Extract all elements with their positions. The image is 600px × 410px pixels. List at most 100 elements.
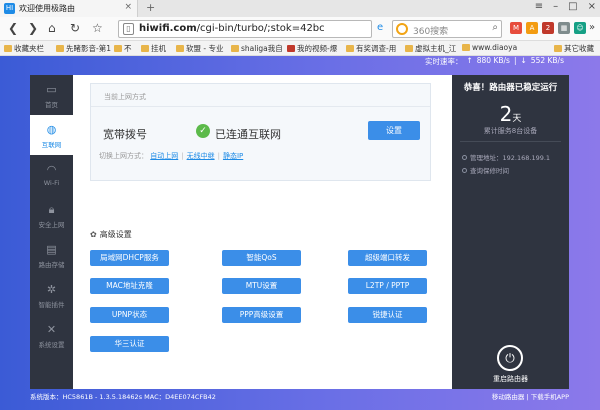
- uptime-days: 2天: [452, 102, 569, 126]
- mtu-button[interactable]: MTU设置: [222, 278, 301, 294]
- download-speed: 552 KB/s: [530, 56, 564, 65]
- folder-icon: [176, 45, 184, 52]
- reload-icon[interactable]: ↻: [70, 21, 80, 35]
- sidebar-item-security[interactable]: 🔒︎ 安全上网: [30, 195, 73, 235]
- tab-title: 欢迎使用极路由: [19, 4, 75, 13]
- sidebar-item-label: 系统设置: [38, 341, 65, 349]
- sidebar-item-label: 互联网: [41, 141, 62, 149]
- tools-icon: ✕: [46, 323, 57, 336]
- speed-label: 实时速率：: [424, 57, 463, 66]
- sidebar-item-wifi[interactable]: ◠ Wi-Fi: [30, 155, 73, 195]
- connection-box: 当前上网方式 宽带拨号 ✓ 已连通互联网 设置: [90, 83, 431, 181]
- monitor-icon: ▭: [46, 83, 57, 96]
- divider: [460, 141, 561, 142]
- search-box[interactable]: 360搜索 ⌕: [392, 20, 502, 38]
- settings-button[interactable]: 设置: [368, 121, 420, 140]
- l2tp-pptp-button[interactable]: L2TP / PPTP: [348, 278, 427, 294]
- back-icon[interactable]: ❮: [8, 21, 18, 35]
- star-icon[interactable]: ☆: [92, 21, 103, 35]
- bookmark-item[interactable]: 先睹影音-第1: [56, 43, 111, 54]
- h3c-auth-button[interactable]: 华三认证: [90, 336, 169, 352]
- menu-icon[interactable]: ≡: [535, 1, 543, 12]
- switch-auto-link[interactable]: 自动上网: [150, 152, 178, 160]
- bookmark-item[interactable]: 虚拟主机_江: [405, 43, 456, 54]
- storage-icon: ▤: [46, 243, 57, 256]
- page-icon: [405, 45, 413, 52]
- sidebar-item-plugins[interactable]: ✲ 智能插件: [30, 275, 73, 315]
- wifi-icon: ◠: [46, 163, 57, 176]
- bookmark-item[interactable]: 收藏夹栏: [4, 43, 44, 54]
- browser-tab[interactable]: HI 欢迎使用极路由 ×: [0, 0, 138, 17]
- ppp-advanced-button[interactable]: PPP高级设置: [222, 307, 301, 323]
- page-icon: [231, 45, 239, 52]
- hiwifi-favicon-icon: HI: [4, 3, 15, 14]
- connection-status: 已连通互联网: [215, 128, 281, 141]
- folder-icon: [56, 45, 64, 52]
- sidebar-item-system[interactable]: ✕ 系统设置: [30, 315, 73, 355]
- address-bar[interactable]: ▯ hiwifi.com/cgi-bin/turbo/;stok=42bc: [118, 20, 372, 38]
- url-path: /cgi-bin/turbo/;stok=42bc: [196, 23, 325, 34]
- qos-button[interactable]: 智能QoS: [222, 250, 301, 266]
- advanced-settings-heading: ✿ 高级设置: [90, 230, 132, 239]
- mgmt-address: 管理地址：192.168.199.1: [462, 152, 550, 162]
- bookmark-item[interactable]: 软盟 - 专业: [176, 43, 223, 54]
- tab-close-icon[interactable]: ×: [124, 2, 132, 12]
- sidebar-item-storage[interactable]: ▤ 路由存储: [30, 235, 73, 275]
- video-icon: [287, 45, 295, 52]
- mobile-router-link[interactable]: 移动路由器: [492, 393, 525, 401]
- main-panel: 当前上网方式 宽带拨号 ✓ 已连通互联网 设置 切换上网方式： 自动上网 | 无线中…: [73, 75, 452, 389]
- speed-indicator: 实时速率： ↑ 880 KB/s | ↓ 552 KB/s: [425, 56, 564, 67]
- bookmark-item[interactable]: shaliga我自: [231, 43, 283, 54]
- sidebar-item-home[interactable]: ▭ 首页: [30, 75, 73, 115]
- maximize-icon[interactable]: □: [568, 1, 577, 12]
- extension-grid-icon[interactable]: ▦: [558, 22, 570, 34]
- extension-m-icon[interactable]: M: [510, 22, 522, 34]
- bookmark-item[interactable]: www.diaoya: [462, 43, 517, 52]
- warranty-query-link[interactable]: 查询保修时间: [462, 165, 509, 175]
- search-placeholder: 360搜索: [413, 27, 449, 37]
- switch-static-link[interactable]: 静态IP: [223, 152, 243, 160]
- box-title: 当前上网方式: [104, 93, 146, 101]
- power-icon[interactable]: ⏻: [497, 345, 523, 371]
- more-icon[interactable]: »: [589, 21, 595, 35]
- close-window-icon[interactable]: ×: [588, 1, 596, 12]
- ie-mode-icon[interactable]: e: [377, 21, 383, 35]
- extension-a-icon[interactable]: A: [526, 22, 538, 34]
- forward-icon[interactable]: ❯: [28, 21, 38, 35]
- bookmark-item[interactable]: 挂机: [141, 43, 166, 54]
- dhcp-button[interactable]: 局域网DHCP服务: [90, 250, 169, 266]
- sidebar-item-internet[interactable]: ◍ 互联网: [30, 115, 73, 155]
- uptime-unit: 天: [512, 114, 522, 124]
- folder-icon: [4, 45, 12, 52]
- home-icon[interactable]: ⌂: [48, 21, 56, 35]
- switch-mode: 切换上网方式： 自动上网 | 无线中继 | 静态IP: [99, 152, 244, 160]
- bookmark-item[interactable]: 不: [114, 43, 132, 54]
- system-info: 系统版本：HC5861B - 1.3.5.18462s MAC：D4EE074C…: [30, 393, 216, 401]
- check-icon: ✓: [196, 124, 210, 138]
- switch-relay-link[interactable]: 无线中继: [187, 152, 215, 160]
- bookmark-item[interactable]: 有奖调查-用: [346, 43, 396, 54]
- ruijie-auth-button[interactable]: 锐捷认证: [348, 307, 427, 323]
- port-forward-button[interactable]: 超级端口转发: [348, 250, 427, 266]
- reboot-label[interactable]: 重启路由器: [452, 374, 569, 384]
- folder-icon: [554, 45, 562, 52]
- uptime-number: 2: [499, 102, 513, 126]
- globe-icon: ◍: [46, 123, 57, 136]
- bookmarks-bar: 收藏夹栏 先睹影音-第1 不 挂机 软盟 - 专业 shaliga我自 我的视频…: [0, 41, 600, 56]
- sidebar-item-label: 智能插件: [38, 301, 65, 309]
- search-magnifier-icon[interactable]: ⌕: [492, 22, 498, 33]
- mac-clone-button[interactable]: MAC地址克隆: [90, 278, 169, 294]
- minimize-icon[interactable]: –: [553, 1, 558, 12]
- switch-label: 切换上网方式：: [99, 152, 148, 160]
- browser-tab-bar: HI 欢迎使用极路由 × + ≡ – □ ×: [0, 0, 600, 17]
- bookmark-item[interactable]: 其它收藏: [554, 43, 594, 54]
- upnp-button[interactable]: UPNP状态: [90, 307, 169, 323]
- lock-icon: 🔒︎: [48, 203, 55, 216]
- info-icon: [462, 155, 467, 160]
- upload-arrow-icon: ↑: [466, 56, 473, 65]
- download-app-link[interactable]: 下载手机APP: [531, 393, 569, 401]
- new-tab-icon[interactable]: +: [146, 1, 155, 14]
- bookmark-item[interactable]: 我的视频-爆: [287, 43, 337, 54]
- extension-face-icon[interactable]: ☺: [574, 22, 586, 34]
- extension-200-icon[interactable]: 2: [542, 22, 554, 34]
